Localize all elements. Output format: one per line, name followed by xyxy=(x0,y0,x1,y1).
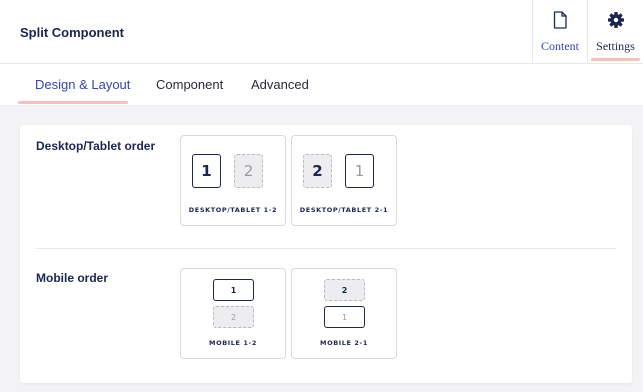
section-divider xyxy=(36,248,616,249)
column-box: 2 xyxy=(303,154,332,188)
tab-settings-indicator xyxy=(591,58,640,61)
layout-settings-panel: Desktop/Tablet order 1 2 DESKTOP/TABLET … xyxy=(20,125,632,383)
tab-settings[interactable]: Settings xyxy=(587,0,643,64)
editor-header: Split Component Content Settings xyxy=(0,0,643,64)
desktop-order-label: Desktop/Tablet order xyxy=(36,139,156,153)
tab-settings-label: Settings xyxy=(596,39,635,53)
subtab-advanced[interactable]: Advanced xyxy=(251,77,309,92)
option-desktop-2-1[interactable]: 2 1 DESKTOP/TABLET 2-1 xyxy=(291,135,397,226)
option-caption: DESKTOP/TABLET 2-1 xyxy=(299,206,389,214)
gear-icon xyxy=(607,10,625,30)
row-box: 1 xyxy=(324,306,365,328)
option-caption: MOBILE 2-1 xyxy=(320,339,368,347)
column-box: 2 xyxy=(234,154,263,188)
row-box: 2 xyxy=(324,279,365,301)
tab-content[interactable]: Content xyxy=(532,0,587,64)
option-mobile-2-1[interactable]: 2 1 MOBILE 2-1 xyxy=(291,268,397,359)
settings-subtabs: Design & Layout Component Advanced xyxy=(0,64,643,106)
column-box: 1 xyxy=(345,154,374,188)
option-desktop-1-2[interactable]: 1 2 DESKTOP/TABLET 1-2 xyxy=(180,135,286,226)
subtab-design-layout[interactable]: Design & Layout xyxy=(35,77,130,92)
option-mobile-1-2[interactable]: 1 2 MOBILE 1-2 xyxy=(180,268,286,359)
column-box: 1 xyxy=(192,154,221,188)
option-caption: DESKTOP/TABLET 1-2 xyxy=(188,206,278,214)
document-icon xyxy=(553,10,567,30)
row-box: 2 xyxy=(213,306,254,328)
subtab-component[interactable]: Component xyxy=(156,77,223,92)
row-box: 1 xyxy=(213,279,254,301)
component-title: Split Component xyxy=(20,25,124,40)
option-caption: MOBILE 1-2 xyxy=(209,339,257,347)
subtab-active-indicator xyxy=(18,101,128,104)
mobile-order-label: Mobile order xyxy=(36,271,109,285)
tab-content-label: Content xyxy=(541,39,579,53)
